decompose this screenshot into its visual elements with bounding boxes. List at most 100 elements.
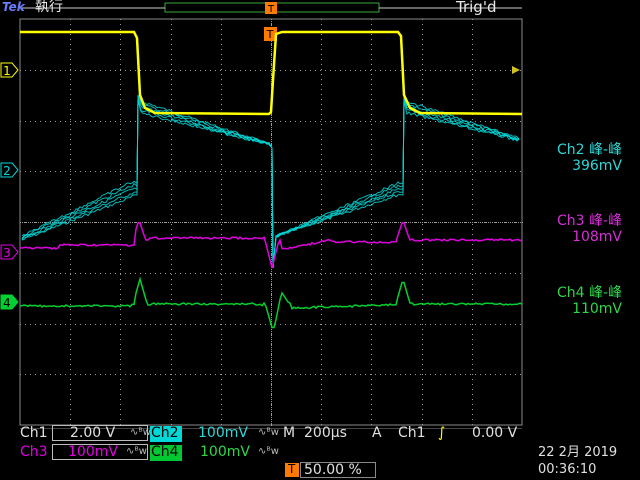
grid-dot: [410, 121, 411, 122]
grid-dot: [135, 171, 136, 172]
grid-dot: [315, 171, 316, 172]
grid-dot: [315, 374, 316, 375]
grid-dot: [200, 171, 201, 172]
grid-dot: [115, 121, 116, 122]
grid-dot: [321, 124, 322, 125]
grid-dot: [390, 171, 391, 172]
grid-dot: [165, 273, 166, 274]
grid-dot: [472, 294, 473, 295]
grid-dot: [430, 121, 431, 122]
grid-dot: [145, 273, 146, 274]
grid-dot: [70, 414, 71, 415]
channel-marker-1[interactable]: 1: [0, 62, 19, 78]
grid-dot: [371, 414, 372, 415]
grid-dot: [480, 121, 481, 122]
ch2-scale[interactable]: 100mV: [198, 426, 248, 440]
grid-dot: [120, 99, 121, 100]
grid-dot: [120, 209, 121, 210]
grid-dot: [271, 135, 272, 136]
grid-dot: [70, 309, 71, 310]
grid-dot: [422, 389, 423, 390]
grid-dot: [322, 222, 323, 223]
ch4-scale[interactable]: 100mV: [200, 445, 250, 459]
grid-dot: [271, 195, 272, 196]
grid-dot: [20, 374, 21, 375]
grid-dot: [70, 299, 71, 300]
grid-dot: [230, 273, 231, 274]
grid-dot: [420, 324, 421, 325]
grid-dot: [435, 324, 436, 325]
grid-dot: [371, 84, 372, 85]
timebase-value[interactable]: 200µs: [304, 426, 347, 440]
channel-marker-3[interactable]: 3: [0, 244, 19, 260]
grid-dot: [65, 171, 66, 172]
grid-dot: [120, 274, 121, 275]
grid-dot: [255, 324, 256, 325]
grid-dot: [510, 222, 511, 223]
grid-dot: [200, 374, 201, 375]
grid-dot: [140, 273, 141, 274]
grid-dot: [472, 334, 473, 335]
ch3-label[interactable]: Ch3: [20, 445, 48, 459]
measurement-ch2-label: Ch2 峰-峰: [556, 142, 622, 158]
grid-dot: [360, 324, 361, 325]
grid-dot: [271, 415, 272, 416]
grid-dot: [305, 70, 306, 71]
grid-dot: [455, 374, 456, 375]
grid-dot: [245, 222, 246, 223]
grid-dot: [221, 39, 222, 40]
grid-dot: [120, 74, 121, 75]
grid-dot: [422, 74, 423, 75]
grid-dot: [271, 305, 272, 306]
grid-dot: [335, 324, 336, 325]
trigger-level[interactable]: 0.00 V: [472, 426, 517, 440]
grid-dot: [95, 171, 96, 172]
grid-dot: [435, 70, 436, 71]
grid-dot: [215, 222, 216, 223]
grid-dot: [435, 171, 436, 172]
grid-dot: [221, 294, 222, 295]
grid-dot: [120, 64, 121, 65]
grid-dot: [160, 273, 161, 274]
grid-dot: [70, 44, 71, 45]
ch1-label[interactable]: Ch1: [20, 426, 48, 440]
grid-dot: [65, 324, 66, 325]
grid-dot: [390, 121, 391, 122]
grid-dot: [285, 324, 286, 325]
grid-dot: [271, 333, 272, 334]
channel-marker-2[interactable]: 2: [0, 162, 19, 178]
grid-dot: [472, 339, 473, 340]
grid-dot: [130, 374, 131, 375]
grid-dot: [74, 222, 75, 223]
grid-dot: [80, 222, 81, 223]
grid-dot: [275, 121, 276, 122]
grid-dot: [271, 287, 272, 288]
grid-dot: [160, 222, 161, 223]
grid-dot: [146, 222, 147, 223]
grid-dot: [115, 374, 116, 375]
grid-dot: [271, 131, 272, 132]
grid-dot: [472, 69, 473, 70]
grid-dot: [336, 222, 337, 223]
grid-dot: [171, 74, 172, 75]
grid-dot: [185, 70, 186, 71]
grid-dot: [142, 222, 143, 223]
grid-dot: [505, 70, 506, 71]
grid-dot: [271, 233, 272, 234]
grid-dot: [150, 374, 151, 375]
grid-dot: [60, 273, 61, 274]
grid-dot: [240, 222, 241, 223]
grid-dot: [25, 324, 26, 325]
grid-dot: [321, 139, 322, 140]
grid-dot: [271, 279, 272, 280]
grid-dot: [462, 222, 463, 223]
grid-dot: [415, 374, 416, 375]
grid-dot: [50, 121, 51, 122]
channel-marker-4[interactable]: 4: [0, 294, 19, 310]
grid-dot: [321, 89, 322, 90]
grid-dot: [330, 171, 331, 172]
grid-dot: [371, 284, 372, 285]
grid-dot: [472, 99, 473, 100]
grid-dot: [45, 171, 46, 172]
trigger-source[interactable]: Ch1: [398, 426, 426, 440]
